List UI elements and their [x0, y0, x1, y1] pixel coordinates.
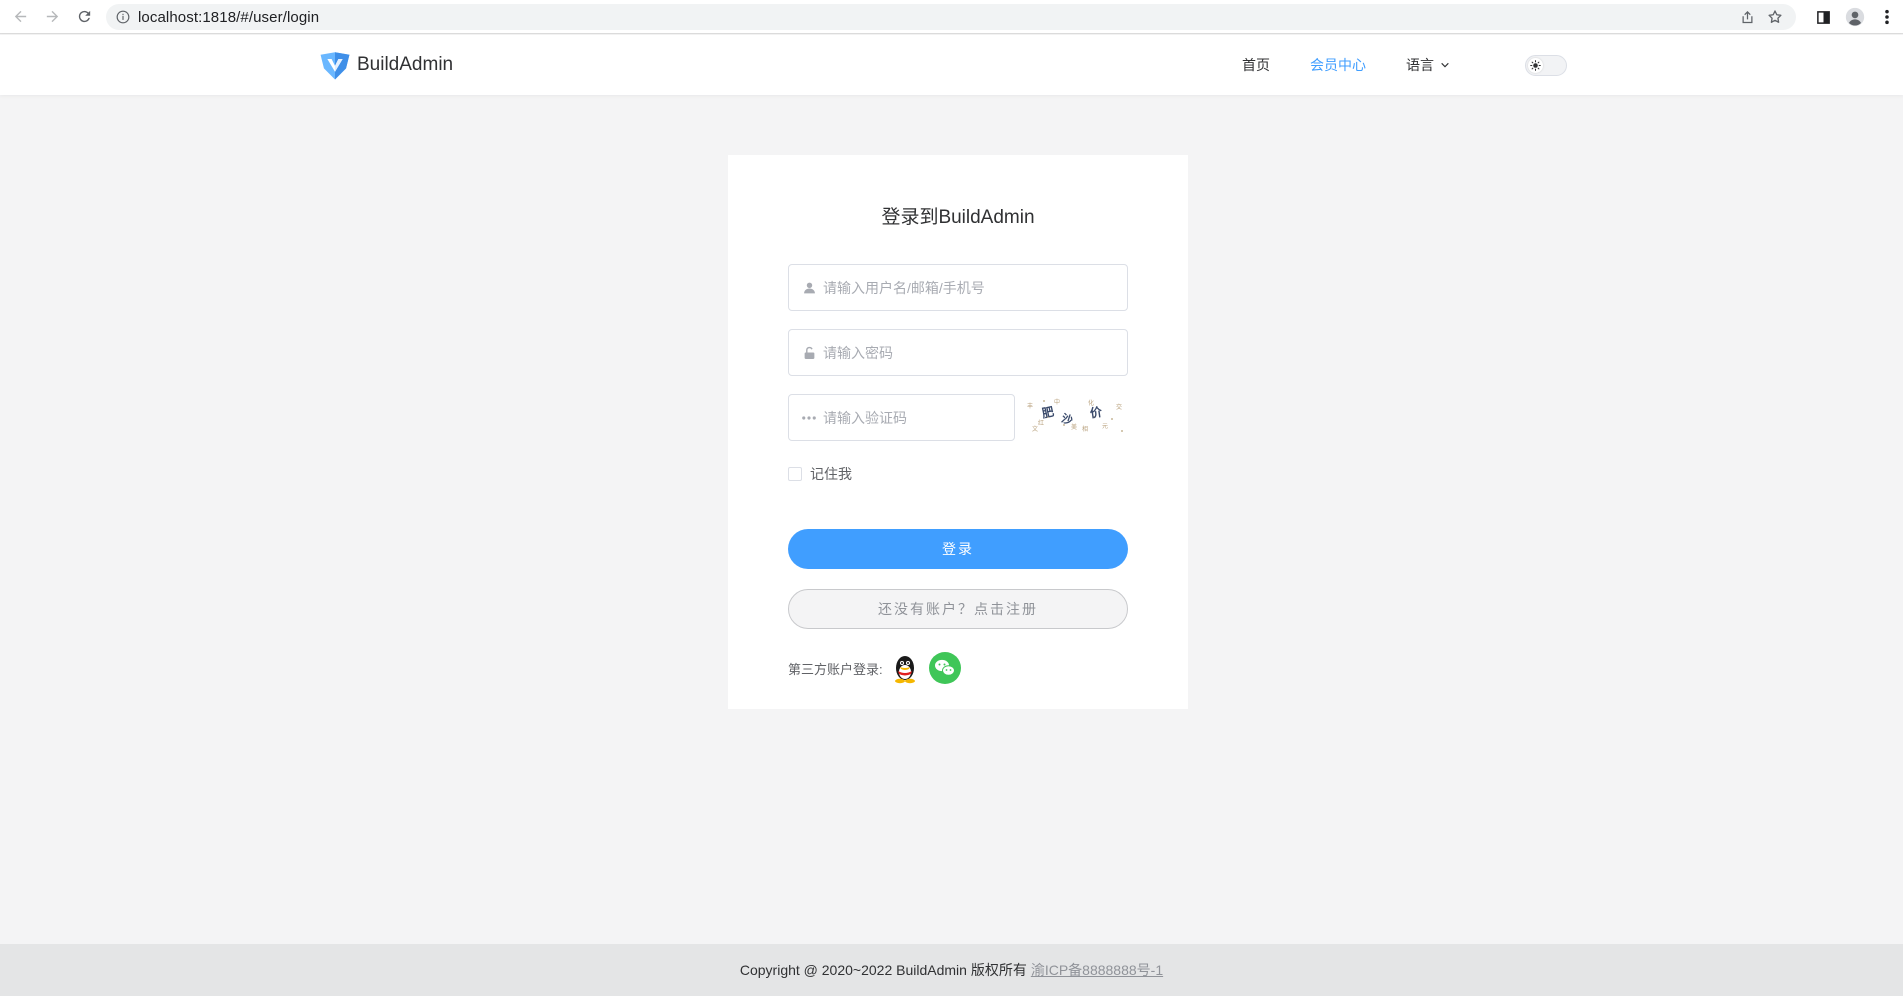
sun-icon	[1530, 60, 1541, 71]
avatar-icon	[1845, 7, 1865, 27]
register-button[interactable]: 还没有账户？点击注册	[788, 589, 1128, 629]
theme-knob	[1528, 58, 1543, 73]
third-party-label: 第三方账户登录:	[788, 661, 883, 677]
url-text: localhost:1818/#/user/login	[138, 8, 320, 26]
arrow-left-icon	[14, 10, 26, 23]
nav-language-label: 语言	[1406, 57, 1434, 73]
svg-text:元: 元	[1102, 423, 1108, 430]
side-panel-icon	[1816, 10, 1830, 24]
svg-text:丰: 丰	[1027, 402, 1033, 410]
remember-me-checkbox[interactable]: 记住我	[788, 464, 852, 484]
captcha-input[interactable]	[823, 409, 993, 426]
share-icon	[1742, 10, 1752, 23]
login-card: 登录到BuildAdmin 丰红中 美化元 交文相 肥 沙 价	[728, 155, 1188, 709]
bookmark-button[interactable]	[1764, 7, 1786, 27]
browser-toolbar: localhost:1818/#/user/login	[0, 0, 1903, 34]
chevron-down-icon	[1441, 62, 1449, 68]
back-button[interactable]	[4, 2, 36, 32]
svg-text:相: 相	[1082, 425, 1088, 433]
svg-text:美: 美	[1071, 423, 1077, 431]
brand-link[interactable]: BuildAdmin	[318, 48, 453, 82]
site-header: BuildAdmin 首页 会员中心 语言	[0, 35, 1903, 95]
browser-menu-button[interactable]	[1871, 3, 1903, 31]
captcha-image[interactable]: 丰红中 美化元 交文相 肥 沙 价	[1024, 395, 1128, 435]
password-field[interactable]	[788, 329, 1128, 376]
svg-text:价: 价	[1089, 405, 1104, 421]
star-icon	[1768, 10, 1782, 23]
reload-icon	[78, 10, 90, 23]
forward-button[interactable]	[36, 2, 68, 32]
brand-name: BuildAdmin	[357, 54, 454, 75]
svg-text:中: 中	[1054, 398, 1060, 406]
nav-home[interactable]: 首页	[1242, 55, 1270, 75]
site-info-icon[interactable]	[116, 10, 130, 24]
unlock-icon	[801, 345, 817, 361]
more-vertical-icon	[1885, 9, 1889, 25]
username-input[interactable]	[823, 279, 1103, 296]
reload-button[interactable]	[68, 2, 100, 32]
captcha-field[interactable]	[788, 394, 1015, 441]
copyright-text: Copyright @ 2020~2022 BuildAdmin 版权所有	[739, 962, 1027, 978]
login-button[interactable]: 登录	[788, 529, 1128, 569]
checkbox-box[interactable]	[788, 467, 802, 481]
password-input[interactable]	[823, 344, 1103, 361]
svg-text:肥: 肥	[1040, 404, 1055, 421]
qq-icon[interactable]	[891, 652, 919, 684]
nav-member-center[interactable]: 会员中心	[1310, 55, 1366, 75]
nav-language[interactable]: 语言	[1406, 55, 1450, 75]
side-panel-button[interactable]	[1807, 3, 1839, 31]
ellipsis-icon	[801, 410, 817, 426]
profile-button[interactable]	[1839, 3, 1871, 31]
address-bar[interactable]: localhost:1818/#/user/login	[106, 4, 1796, 30]
username-field[interactable]	[788, 264, 1128, 311]
svg-text:交: 交	[1116, 403, 1122, 411]
site-footer: Copyright @ 2020~2022 BuildAdmin 版权所有 渝I…	[0, 944, 1903, 996]
svg-text:文: 文	[1032, 425, 1038, 433]
dark-mode-toggle[interactable]	[1525, 55, 1567, 76]
share-button[interactable]	[1736, 7, 1758, 27]
arrow-right-icon	[46, 10, 58, 23]
wechat-icon[interactable]	[928, 652, 961, 684]
user-icon	[801, 280, 817, 296]
icp-link[interactable]: 渝ICP备8888888号-1	[1031, 960, 1163, 980]
buildadmin-logo-icon	[320, 52, 350, 80]
third-party-login: 第三方账户登录:	[788, 652, 961, 684]
login-title: 登录到BuildAdmin	[881, 207, 1035, 228]
main-nav: 首页 会员中心 语言	[1242, 35, 1450, 95]
remember-me-label: 记住我	[810, 466, 852, 482]
